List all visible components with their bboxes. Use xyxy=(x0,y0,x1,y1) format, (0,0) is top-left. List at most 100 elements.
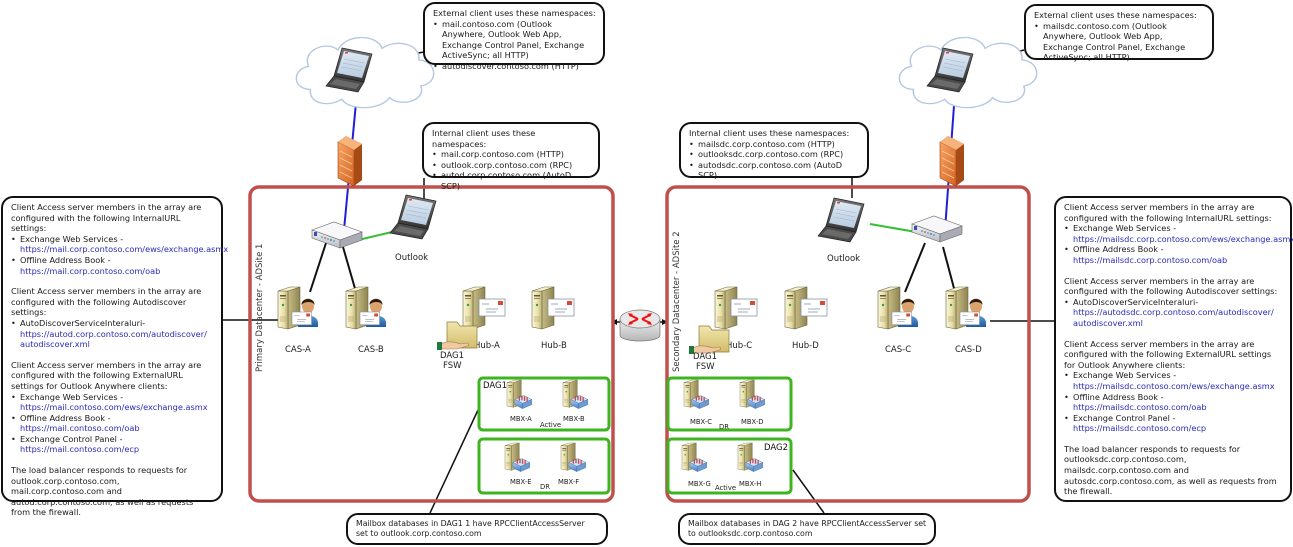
hub-d-server xyxy=(784,286,828,330)
secondary-datacenter-label: Secondary Datacenter - ADSite 2 xyxy=(672,231,682,372)
internalurl-intro: Client Access server members in the arra… xyxy=(11,202,202,234)
setting-url[interactable]: https://mail.corp.contoso.com/oab xyxy=(20,266,214,277)
dag1-rpc-note: Mailbox databases in DAG1 1 have RPCClie… xyxy=(356,519,585,538)
cas-b-label: CAS-B xyxy=(358,345,384,355)
externalurl-item: Exchange Control Panel - https://mail.co… xyxy=(11,434,214,455)
callout-title: Internal client uses these namespaces: xyxy=(432,128,536,149)
mbx-g-server xyxy=(681,442,708,472)
setting-url[interactable]: https://mail.contoso.com/oab xyxy=(20,423,214,434)
connectors xyxy=(222,49,1055,514)
lb-to-cas-b-link xyxy=(342,246,357,293)
namespace-item: mail.corp.contoso.com (HTTP) xyxy=(432,149,591,160)
setting-label: Offline Address Book - xyxy=(20,254,111,265)
internal-client-right-callout: Internal client uses these namespaces: m… xyxy=(679,122,869,181)
externalurl-item: Offline Address Book - https://mail.cont… xyxy=(11,412,214,434)
dag1-label: DAG1 xyxy=(483,381,507,391)
setting-label: Exchange Web Services - xyxy=(1073,223,1177,234)
externalurl-item: Exchange Web Services - https://mailsdc.… xyxy=(1064,370,1283,392)
setting-url[interactable]: https://mail.contoso.com/ews/exchange.as… xyxy=(20,402,214,413)
lan-link-right xyxy=(869,223,917,233)
internalurl-intro: Client Access server members in the arra… xyxy=(1064,202,1272,223)
setting-url[interactable]: https://mail.corp.contoso.com/ews/exchan… xyxy=(20,244,228,255)
firewall-left-icon xyxy=(337,135,363,187)
mbx-f-server xyxy=(560,442,587,472)
mbx-d-server xyxy=(739,379,766,409)
mbx-e-server xyxy=(504,442,531,472)
load-balancer-note: The load balancer responds to requests f… xyxy=(1064,443,1277,497)
outlook-client-left-icon xyxy=(389,194,437,240)
setting-url[interactable]: https://mailsdc.contoso.com/ews/exchange… xyxy=(1073,381,1283,392)
setting-label: Exchange Control Panel - xyxy=(1073,412,1176,423)
dag2-label: DAG2 xyxy=(764,443,788,453)
setting-label: Offline Address Book - xyxy=(1073,391,1164,402)
cas-c-label: CAS-C xyxy=(885,345,911,355)
externalurl-intro: Client Access server members in the arra… xyxy=(1064,338,1272,370)
setting-url[interactable]: https://mailsdc.contoso.com/oab xyxy=(1073,402,1283,413)
internalurl-item: Exchange Web Services - https://mail.cor… xyxy=(11,233,228,255)
cas-array-right-callout: Client Access server members in the arra… xyxy=(1054,196,1293,502)
dag2-rpc-note-callout: Mailbox databases in DAG 2 have RPCClien… xyxy=(678,513,936,545)
hub-c-server xyxy=(714,286,758,330)
setting-url[interactable]: https://mailsdc.corp.contoso.com/oab xyxy=(1073,255,1283,266)
setting-url[interactable]: https://mailsdc.contoso.com/ecp xyxy=(1073,423,1283,434)
load-balancer-note: The load balancer responds to requests f… xyxy=(11,465,194,518)
firewall-right-icon xyxy=(939,135,965,187)
externalurl-item: Exchange Control Panel - https://mailsdc… xyxy=(1064,412,1283,434)
hub-a-server xyxy=(462,286,506,330)
externalurl-item: Exchange Web Services - https://mail.con… xyxy=(11,392,214,413)
dag2-site2-state: Active xyxy=(715,484,736,492)
autodiscover-intro: Client Access server members in the arra… xyxy=(11,286,202,318)
dag2-note-leader xyxy=(792,469,825,514)
cas-array-left-callout: Client Access server members in the arra… xyxy=(1,196,228,517)
callout-title: Internal client uses these namespaces: xyxy=(689,128,850,138)
mbx-c-label: MBX-C xyxy=(690,418,712,426)
setting-label: Offline Address Book - xyxy=(20,412,111,423)
fsw-left-icon xyxy=(436,321,478,351)
outlook-client-right-label: Outlook xyxy=(827,254,860,264)
setting-url[interactable]: https://mailsdc.corp.contoso.com/ews/exc… xyxy=(1073,234,1293,245)
mbx-h-label: MBX-H xyxy=(739,480,761,488)
lb-to-cas-a-link xyxy=(309,242,327,293)
setting-label: Exchange Web Services - xyxy=(20,233,124,244)
cas-a-server xyxy=(277,286,318,330)
namespace-item: mailsdc.corp.contoso.com (HTTP) xyxy=(689,139,860,150)
namespace-item: autod.corp.contoso.com (AutoD SCP) xyxy=(432,170,591,191)
setting-url[interactable]: https://mail.contoso.com/ecp xyxy=(20,444,214,455)
hub-a-label: Hub-A xyxy=(474,341,500,351)
namespace-item: outlook.corp.contoso.com (RPC) xyxy=(432,160,591,171)
setting-label: AutoDiscoverServiceInteraluri- xyxy=(1073,296,1199,307)
hub-c-label: Hub-C xyxy=(726,341,752,351)
externalurl-item: Offline Address Book - https://mailsdc.c… xyxy=(1064,391,1283,413)
mbx-c-server xyxy=(683,379,710,409)
fsw-left-label-line1: DAG1 xyxy=(440,351,464,361)
lb-to-cas-d-link xyxy=(942,246,956,293)
lan-link-left xyxy=(357,231,393,241)
fsw-right-label-line1: DAG1 xyxy=(693,352,717,362)
mbx-b-label: MBX-B xyxy=(563,415,585,423)
namespace-item: outlooksdc.corp.contoso.com (RPC) xyxy=(689,149,860,160)
dag1-site2-state: DR xyxy=(719,423,729,431)
mbx-a-server xyxy=(506,379,533,409)
externalurl-intro: Client Access server members in the arra… xyxy=(11,359,202,391)
primary-datacenter-label: Primary Datacenter - ADSite 1 xyxy=(255,244,265,372)
setting-url[interactable]: https://autodsdc.corp.contoso.com/autodi… xyxy=(1073,307,1283,328)
dag1-rpc-note-callout: Mailbox databases in DAG1 1 have RPCClie… xyxy=(346,513,608,545)
mbx-g-label: MBX-G xyxy=(688,480,711,488)
callout-title: External client uses these namespaces: xyxy=(1034,10,1197,20)
callout-title: External client uses these namespaces: xyxy=(433,8,596,18)
mbx-e-label: MBX-E xyxy=(510,478,532,486)
cas-d-label: CAS-D xyxy=(955,345,982,355)
hub-b-server xyxy=(531,286,575,330)
internalurl-item: Offline Address Book - https://mail.corp… xyxy=(11,254,214,277)
setting-label: Exchange Web Services - xyxy=(1073,370,1177,381)
internalurl-item: Offline Address Book - https://mailsdc.c… xyxy=(1064,244,1283,266)
setting-url[interactable]: https://autod.corp.contoso.com/autodisco… xyxy=(20,329,214,350)
autodiscover-item: AutoDiscoverServiceInteraluri- https://a… xyxy=(11,317,214,350)
cas-a-label: CAS-A xyxy=(285,345,311,355)
mbx-a-label: MBX-A xyxy=(510,415,532,423)
fsw-right-label-line2: FSW xyxy=(696,362,715,372)
namespace-item: autodsdc.corp.contoso.com (AutoD SCP) xyxy=(689,160,860,181)
mbx-h-server xyxy=(737,442,764,472)
setting-label: AutoDiscoverServiceInteraluri- xyxy=(20,317,146,328)
dag2-rpc-note: Mailbox databases in DAG 2 have RPCClien… xyxy=(688,519,927,538)
